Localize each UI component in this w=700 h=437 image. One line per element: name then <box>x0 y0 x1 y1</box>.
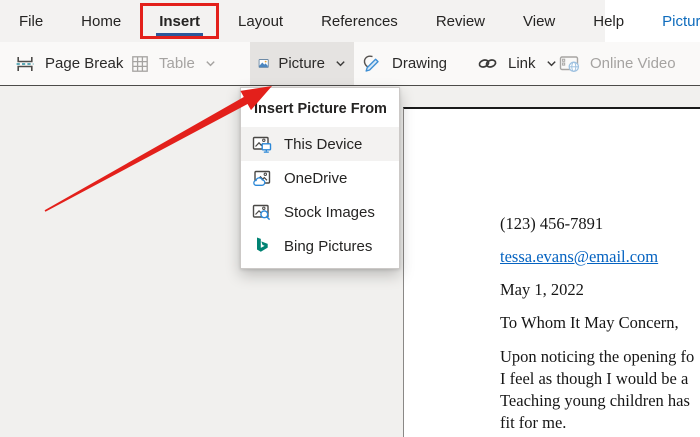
dropdown-item-stock-images[interactable]: Stock Images <box>241 195 399 229</box>
online-video-button: Online Video <box>550 42 684 85</box>
red-highlight-box-annotation <box>140 3 220 39</box>
table-icon <box>132 55 148 72</box>
bing-logo-icon <box>252 236 272 256</box>
tab-picture-contextual[interactable]: Picture <box>643 0 700 42</box>
device-picture-icon <box>252 134 272 154</box>
doc-body-line: Teaching young children has <box>500 391 690 410</box>
insert-ribbon-toolbar: Page Break Table Picture Drawing Link On… <box>0 42 700 86</box>
tab-view-label: View <box>523 12 556 30</box>
dropdown-item-label: Stock Images <box>284 203 375 221</box>
dropdown-item-this-device[interactable]: This Device <box>241 127 399 161</box>
table-label: Table <box>159 55 195 72</box>
picture-icon <box>258 59 269 68</box>
tab-view[interactable]: View <box>504 0 574 42</box>
word-online-window: File Home Insert Layout References Revie… <box>0 0 700 437</box>
picture-button[interactable]: Picture <box>250 42 354 85</box>
chevron-down-icon <box>205 58 216 69</box>
link-label: Link <box>508 55 536 72</box>
doc-phone-line: (123) 456-7891 <box>500 214 604 233</box>
doc-body-line: Upon noticing the opening fo <box>500 347 695 366</box>
tab-references-label: References <box>321 12 398 30</box>
drawing-icon <box>363 55 379 72</box>
doc-email-line: tessa.evans@email.com <box>500 247 658 267</box>
ribbon-tab-bar: File Home Insert Layout References Revie… <box>0 0 700 42</box>
tab-layout-label: Layout <box>238 12 284 30</box>
stock-images-icon <box>252 202 272 222</box>
tab-picture-label: Picture <box>662 12 700 30</box>
doc-date-line: May 1, 2022 <box>500 280 584 299</box>
online-video-icon <box>559 56 580 73</box>
dropdown-item-onedrive[interactable]: OneDrive <box>241 161 399 195</box>
document-page[interactable]: (123) 456-7891 tessa.evans@email.com May… <box>403 107 700 437</box>
tab-help-label: Help <box>593 12 625 30</box>
drawing-label: Drawing <box>392 55 448 72</box>
tab-home-label: Home <box>81 12 122 30</box>
doc-body-paragraph: Upon noticing the opening fo I feel as t… <box>500 346 694 434</box>
tab-help[interactable]: Help <box>574 0 643 42</box>
tab-insert[interactable]: Insert <box>140 0 220 42</box>
email-hyperlink[interactable]: tessa.evans@email.com <box>500 247 658 266</box>
doc-body-line: fit for me. <box>500 413 567 432</box>
doc-salutation-line: To Whom It May Concern, <box>500 313 679 332</box>
dropdown-item-label: This Device <box>284 135 363 153</box>
drawing-button[interactable]: Drawing <box>352 42 455 85</box>
dropdown-item-label: Bing Pictures <box>284 237 373 255</box>
dropdown-item-label: OneDrive <box>284 169 348 187</box>
dropdown-item-bing-pictures[interactable]: Bing Pictures <box>241 229 399 263</box>
link-icon <box>478 59 497 68</box>
tab-references[interactable]: References <box>302 0 417 42</box>
page-break-label: Page Break <box>45 55 124 72</box>
table-button: Table <box>122 42 224 85</box>
tab-layout[interactable]: Layout <box>219 0 302 42</box>
doc-body-line: I feel as though I would be a <box>500 369 689 388</box>
picture-label: Picture <box>278 55 325 72</box>
tab-file[interactable]: File <box>0 0 62 42</box>
page-break-icon <box>16 56 34 71</box>
tab-review[interactable]: Review <box>417 0 504 42</box>
tab-review-label: Review <box>435 12 485 30</box>
online-video-label: Online Video <box>590 55 676 72</box>
chevron-down-icon <box>335 58 346 69</box>
insert-picture-dropdown: Insert Picture From This Device OneDrive… <box>240 87 400 269</box>
page-break-button[interactable]: Page Break <box>6 42 131 85</box>
dropdown-title: Insert Picture From <box>254 101 387 117</box>
tab-file-label: File <box>19 12 44 30</box>
tab-home[interactable]: Home <box>62 0 140 42</box>
onedrive-picture-icon <box>252 168 272 188</box>
